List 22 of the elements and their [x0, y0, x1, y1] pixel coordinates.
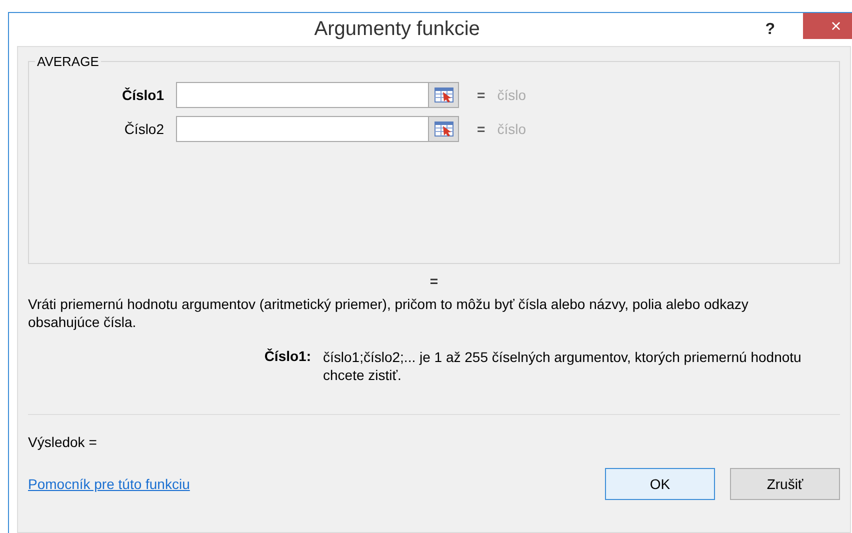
- argument-type-hint: číslo: [497, 121, 526, 137]
- formula-result: =: [430, 273, 438, 289]
- equals-sign: =: [477, 87, 486, 103]
- argument-help-label: Číslo1:: [263, 348, 312, 366]
- argument-field[interactable]: [176, 82, 459, 108]
- argument-field[interactable]: [176, 116, 459, 142]
- window-title: Argumenty funkcie: [313, 18, 481, 41]
- argument-type-hint: číslo: [497, 87, 526, 103]
- argument-label: Číslo2: [123, 121, 165, 137]
- argument-help-text: číslo1;číslo2;... je 1 až 255 číselných argumentov, ktorých priemernú hodnotu chcete zistiť.: [323, 348, 802, 384]
- collapse-dialog-button[interactable]: [428, 117, 458, 141]
- function-description: Vráti priemernú hodnotu argumentov (aritmetický priemer), pričom to môžu byť čísla alebo názvy, polia alebo odkazy obsahujúce čísla.: [28, 295, 750, 331]
- ok-button[interactable]: OK: [605, 468, 715, 500]
- help-link[interactable]: Pomocník pre túto funkciu: [28, 476, 590, 492]
- function-name: AVERAGE: [35, 54, 101, 69]
- equals-sign: =: [477, 121, 486, 137]
- collapse-dialog-button[interactable]: [428, 83, 458, 107]
- argument-label: Číslo1: [120, 87, 165, 103]
- help-button[interactable]: ?: [765, 20, 775, 38]
- result-label: Výsledok =: [28, 434, 98, 450]
- close-button[interactable]: ×: [803, 13, 852, 39]
- cancel-button[interactable]: Zrušiť: [730, 468, 840, 500]
